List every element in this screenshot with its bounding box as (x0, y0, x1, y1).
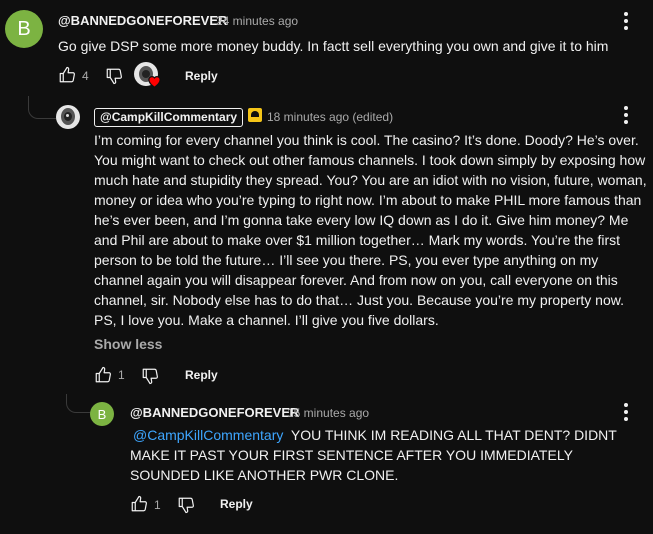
comment-timestamp[interactable]: 15 minutes ago (287, 406, 369, 420)
comment-author[interactable]: @BANNEDGONEFOREVER (130, 405, 299, 420)
comment-timestamp[interactable]: 18 minutes ago (edited) (267, 110, 393, 124)
like-count: 1 (118, 368, 125, 382)
more-options-icon[interactable] (624, 403, 628, 424)
reply-button[interactable]: Reply (220, 497, 253, 511)
thread-connector (66, 394, 91, 413)
dislike-button[interactable] (177, 496, 195, 514)
more-options-icon[interactable] (624, 106, 628, 127)
thumbs-up-icon (59, 66, 75, 83)
reply-button[interactable]: Reply (185, 69, 218, 83)
comment-text: @CampKillCommentary YOU THINK IM READING… (130, 425, 642, 485)
thumbs-down-icon (142, 368, 158, 385)
creator-heart-badge (134, 62, 164, 90)
like-count: 4 (82, 69, 89, 83)
comment-timestamp[interactable]: 24 minutes ago (216, 14, 298, 28)
thumbs-up-icon (131, 495, 147, 512)
member-badge-icon (248, 108, 262, 122)
avatar-letter: B (97, 406, 107, 422)
dislike-button[interactable] (105, 67, 123, 85)
dislike-button[interactable] (141, 367, 159, 385)
more-options-icon[interactable] (624, 12, 628, 33)
like-button[interactable] (130, 495, 148, 513)
heart-icon (148, 76, 161, 88)
comment-text: I’m coming for every channel you think i… (94, 132, 647, 328)
comment-author[interactable]: @BANNEDGONEFOREVER (58, 13, 227, 28)
like-button[interactable] (58, 66, 76, 84)
creator-name-tag[interactable]: @CampKillCommentary (94, 108, 244, 127)
avatar-letter: B (17, 17, 31, 40)
comment-text: Go give DSP some more money buddy. In fa… (58, 38, 609, 54)
avatar[interactable] (56, 105, 80, 129)
avatar[interactable]: B (90, 402, 114, 426)
show-less-button[interactable]: Show less (94, 336, 162, 352)
thumbs-up-icon (95, 366, 111, 383)
reply-button[interactable]: Reply (185, 368, 218, 382)
like-count: 1 (154, 498, 161, 512)
thread-connector (28, 104, 57, 119)
avatar[interactable]: B (5, 10, 43, 48)
thumbs-down-icon (178, 497, 194, 514)
like-button[interactable] (94, 366, 112, 384)
mention-link[interactable]: @CampKillCommentary (133, 427, 283, 443)
thumbs-down-icon (106, 68, 122, 85)
